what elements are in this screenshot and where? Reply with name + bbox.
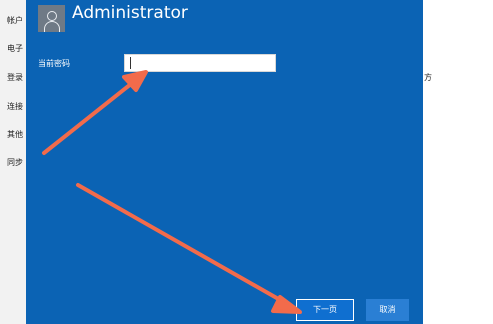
bg-item-signin[interactable]: 登录 <box>7 72 23 83</box>
avatar-body <box>44 21 60 32</box>
change-password-dialog: Administrator 当前密码 下一页 取消 <box>26 0 423 324</box>
screen: 帐户 电子 登录 连接 其他 同步 方 Administrator 当前密码 下… <box>0 0 493 324</box>
avatar-head <box>47 11 57 21</box>
background-settings-sidebar: 帐户 电子 登录 连接 其他 同步 <box>0 0 26 324</box>
bg-right-text: 方 <box>424 73 432 82</box>
next-button[interactable]: 下一页 <box>296 299 354 321</box>
bg-item-other[interactable]: 其他 <box>7 129 23 140</box>
cancel-button[interactable]: 取消 <box>366 299 409 321</box>
current-password-label: 当前密码 <box>38 59 70 68</box>
username-title: Administrator <box>72 3 188 23</box>
bg-item-sync[interactable]: 同步 <box>7 157 23 168</box>
bg-item-email[interactable]: 电子 <box>7 43 23 54</box>
background-settings-content: 方 <box>423 0 493 324</box>
user-icon <box>38 5 65 32</box>
bg-item-connect[interactable]: 连接 <box>7 101 23 112</box>
current-password-input[interactable] <box>124 54 276 72</box>
bg-item-account[interactable]: 帐户 <box>7 15 23 26</box>
text-caret <box>130 57 131 69</box>
